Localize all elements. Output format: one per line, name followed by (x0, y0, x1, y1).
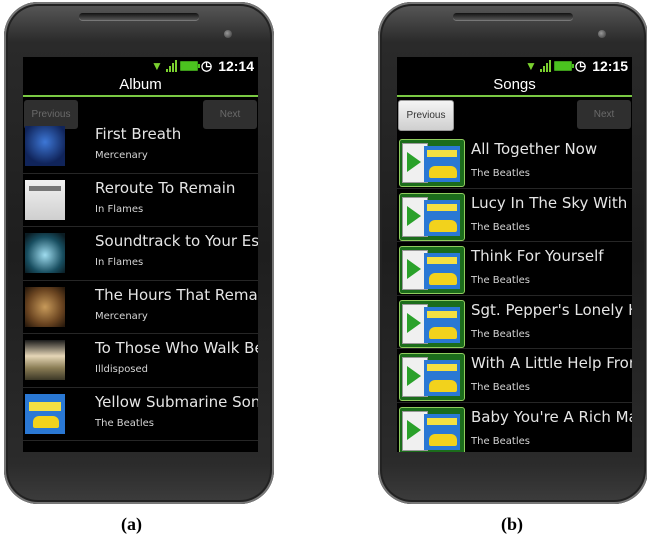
caption-a: (a) (121, 514, 142, 534)
song-art (399, 246, 465, 294)
album-art (25, 126, 65, 166)
item-title: Baby You're A Rich Man (471, 407, 632, 426)
album-list: First Breath Mercenary Reroute To Remain… (23, 120, 258, 441)
list-item[interactable]: Baby You're A Rich Man The Beatles (397, 403, 632, 452)
page-title: Album (23, 75, 258, 97)
item-subtitle: The Beatles (471, 221, 530, 233)
previous-button[interactable]: Previous (398, 100, 454, 131)
list-item[interactable]: Think For Yourself The Beatles (397, 242, 632, 296)
item-subtitle: The Beatles (471, 382, 530, 393)
list-item[interactable]: Soundtrack to Your Esca In Flames (23, 227, 258, 281)
page-title: Songs (397, 75, 632, 97)
item-subtitle: In Flames (95, 257, 144, 268)
item-subtitle: Mercenary (95, 150, 148, 161)
album-art (25, 233, 65, 273)
wifi-icon: ▼ (524, 59, 537, 73)
next-button[interactable]: Next (577, 100, 631, 129)
alarm-icon: ◷ (574, 58, 587, 73)
list-item[interactable]: Sgt. Pepper's Lonely Hea The Beatles (397, 296, 632, 349)
list-item[interactable]: With A Little Help From M The Beatles (397, 349, 632, 403)
list-item[interactable]: Lucy In The Sky With Dia The Beatles (397, 189, 632, 242)
list-item[interactable]: The Hours That Remain Mercenary (23, 281, 258, 334)
speaker-grille (453, 13, 573, 20)
item-title: Soundtrack to Your Esca (95, 232, 258, 250)
item-title: To Those Who Walk Beh (95, 339, 258, 357)
caption-b: (b) (501, 514, 523, 534)
album-art (25, 340, 65, 380)
item-title: Reroute To Remain (95, 178, 236, 197)
item-title: All Together Now (471, 140, 598, 158)
status-time: 12:14 (218, 58, 254, 74)
song-art (399, 192, 465, 241)
list-item[interactable]: Reroute To Remain In Flames (23, 174, 258, 227)
signal-icon (539, 60, 551, 72)
list-item[interactable]: Yellow Submarine Songt The Beatles (23, 388, 258, 441)
battery-icon (553, 61, 574, 71)
album-art (25, 393, 65, 434)
item-subtitle: The Beatles (471, 328, 530, 340)
item-title: Yellow Submarine Songt (95, 392, 258, 411)
phone-b-screen: ▼ ◷ 12:15 Songs Previous Next All Togeth… (397, 57, 632, 452)
nav-bar: Previous Next (397, 97, 632, 135)
item-subtitle: In Flames (95, 203, 144, 215)
phone-a: ▼ ◷ 12:14 Album Previous Next First Brea… (4, 2, 274, 504)
album-art (25, 179, 65, 220)
item-title: Lucy In The Sky With Dia (471, 193, 632, 212)
item-title: Think For Yourself (471, 247, 604, 265)
item-subtitle: Mercenary (95, 310, 148, 322)
item-subtitle: The Beatles (471, 275, 530, 286)
item-title: The Hours That Remain (95, 285, 258, 304)
item-subtitle: The Beatles (471, 435, 530, 447)
status-bar: ▼ ◷ 12:14 (23, 57, 258, 75)
status-bar: ▼ ◷ 12:15 (397, 57, 632, 75)
song-art (399, 353, 465, 401)
front-camera (224, 30, 232, 38)
list-item[interactable]: To Those Who Walk Beh Illdisposed (23, 334, 258, 388)
front-camera (598, 30, 606, 38)
song-art (399, 406, 465, 452)
phone-b: ▼ ◷ 12:15 Songs Previous Next All Togeth… (378, 2, 647, 504)
phone-a-screen: ▼ ◷ 12:14 Album Previous Next First Brea… (23, 57, 258, 452)
song-art (399, 299, 465, 348)
item-title: Sgt. Pepper's Lonely Hea (471, 300, 632, 319)
wifi-icon: ▼ (150, 59, 163, 73)
alarm-icon: ◷ (200, 58, 213, 73)
song-list: All Together Now The Beatles Lucy In The… (397, 135, 632, 452)
speaker-grille (79, 13, 199, 20)
battery-icon (179, 61, 200, 71)
status-time: 12:15 (592, 58, 628, 74)
list-item[interactable]: All Together Now The Beatles (397, 135, 632, 189)
album-art (25, 286, 65, 327)
song-art (399, 139, 465, 187)
signal-icon (165, 60, 177, 72)
item-title: First Breath (95, 125, 182, 143)
list-item[interactable]: First Breath Mercenary (23, 120, 258, 174)
item-subtitle: Illdisposed (95, 364, 149, 375)
item-subtitle: The Beatles (95, 417, 154, 429)
item-title: With A Little Help From M (471, 354, 632, 372)
item-subtitle: The Beatles (471, 168, 530, 179)
